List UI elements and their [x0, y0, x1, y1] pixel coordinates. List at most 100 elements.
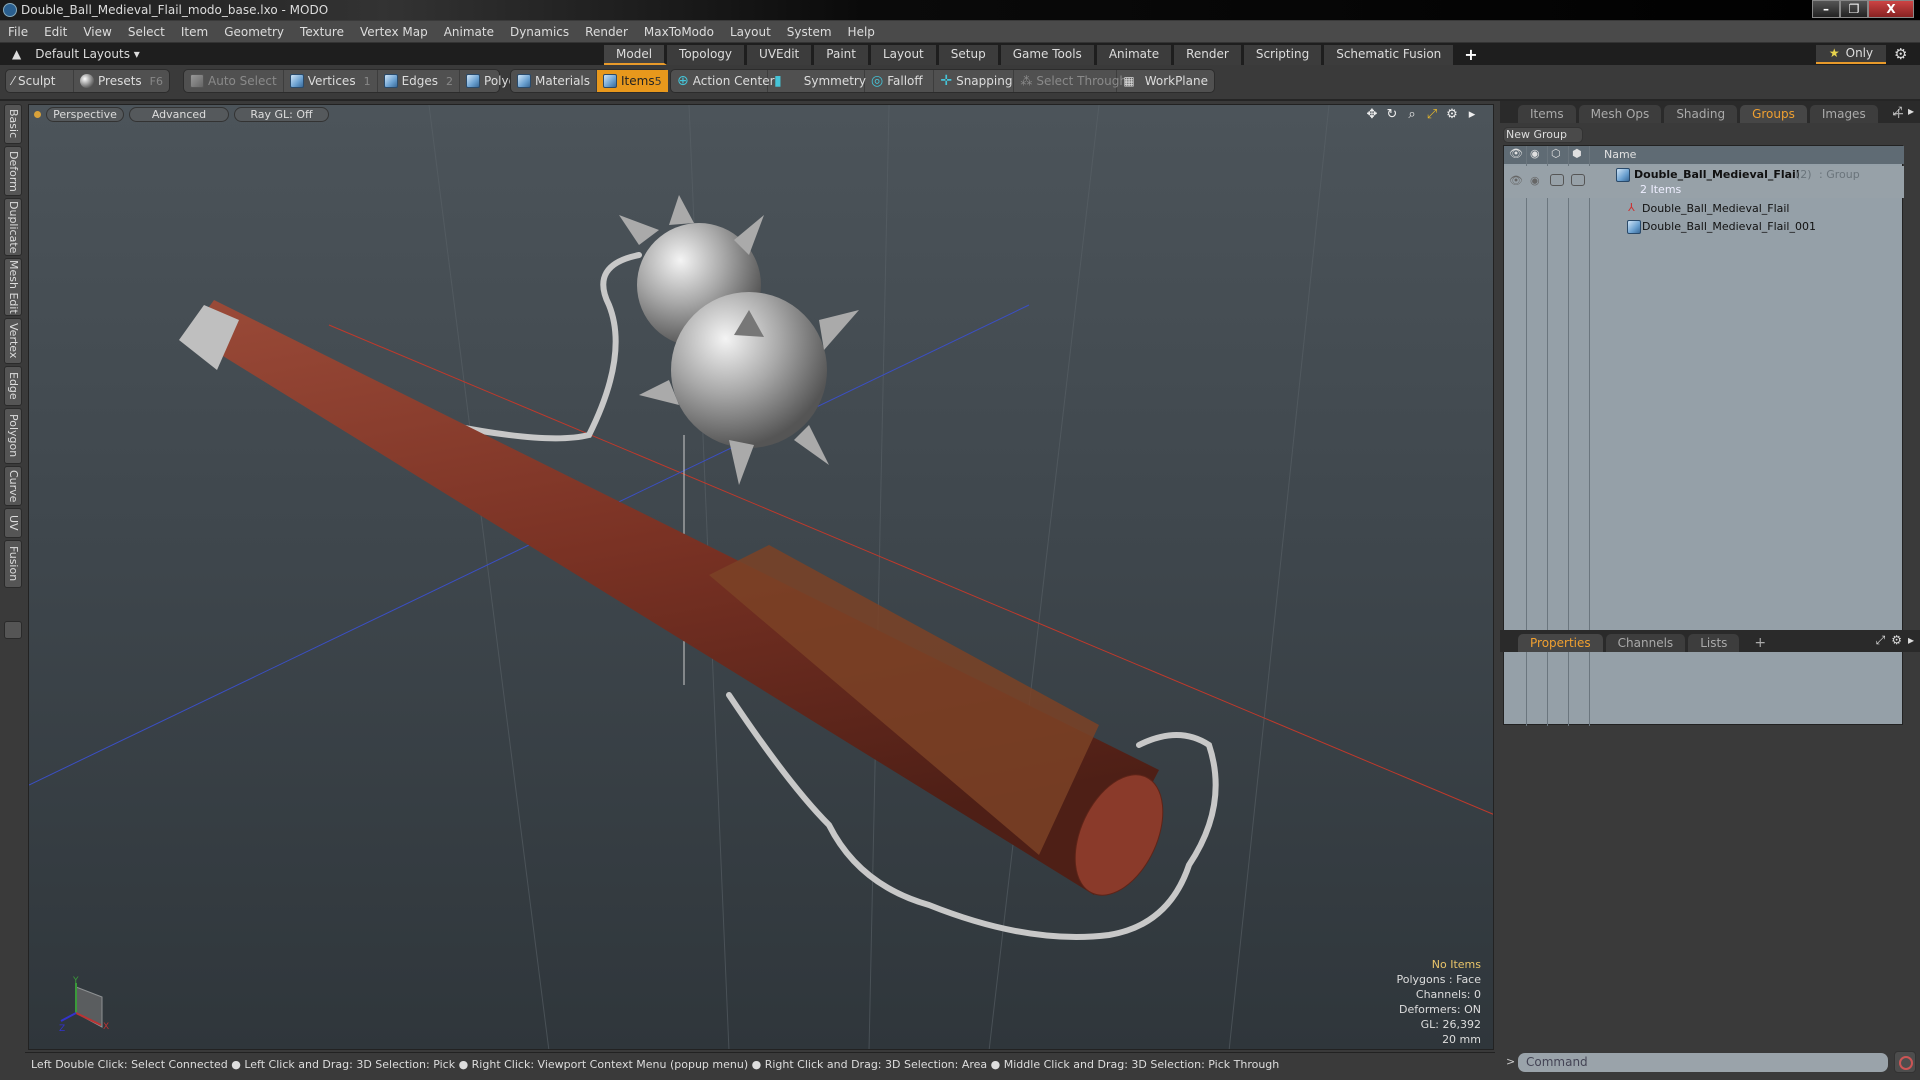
tab-mesh-ops[interactable]: Mesh Ops: [1578, 105, 1662, 123]
menu-edit[interactable]: Edit: [36, 21, 75, 43]
menu-texture[interactable]: Texture: [292, 21, 352, 43]
tab-uvedit[interactable]: UVEdit: [747, 45, 815, 65]
visibility-toggle[interactable]: 👁: [1509, 174, 1523, 187]
list-item[interactable]: ⅄ Double_Ball_Medieval_Flail: [1504, 200, 1904, 218]
render-toggle[interactable]: ◉: [1530, 174, 1540, 187]
select-toggle[interactable]: [1571, 174, 1585, 186]
menu-view[interactable]: View: [75, 21, 119, 43]
maximize-bottom-panel-icon[interactable]: ⤢: [1876, 633, 1886, 648]
menu-render[interactable]: Render: [577, 21, 636, 43]
vtab-edge[interactable]: Edge: [4, 366, 22, 406]
lock-header-icon[interactable]: ⬡: [1551, 147, 1561, 160]
menu-vertex-map[interactable]: Vertex Map: [352, 21, 436, 43]
layout-up-icon[interactable]: ▲: [12, 47, 21, 61]
vtab-vertex[interactable]: Vertex: [4, 318, 22, 364]
menu-dynamics[interactable]: Dynamics: [502, 21, 577, 43]
menu-geometry[interactable]: Geometry: [216, 21, 292, 43]
3d-viewport[interactable]: Perspective Advanced Ray GL: Off ✥ ↻ ⌕ ⤢…: [28, 104, 1494, 1050]
materials-button[interactable]: Materials: [511, 70, 598, 92]
falloff-icon: ◎: [871, 73, 884, 89]
vtab-fusion[interactable]: Fusion: [4, 540, 22, 588]
menu-select[interactable]: Select: [120, 21, 173, 43]
presets-button[interactable]: Presets F6: [74, 70, 169, 92]
vtab-extra-button[interactable]: [4, 621, 22, 639]
command-input[interactable]: Command: [1518, 1053, 1888, 1072]
tab-groups[interactable]: Groups: [1740, 105, 1807, 123]
menu-file[interactable]: File: [0, 21, 36, 43]
tab-channels[interactable]: Channels: [1605, 634, 1686, 652]
command-record-button[interactable]: [1894, 1051, 1916, 1073]
vertices-button[interactable]: Vertices 1: [284, 70, 378, 92]
shading-mode-button[interactable]: Advanced: [129, 106, 229, 122]
rotate-icon[interactable]: ↻: [1385, 107, 1399, 122]
minimize-button[interactable]: –: [1812, 0, 1840, 18]
symmetry-button[interactable]: ▮ Symmetry: [768, 70, 866, 92]
list-item[interactable]: Double_Ball_Medieval_Flail_001: [1504, 218, 1904, 236]
tab-animate[interactable]: Animate: [1096, 45, 1175, 65]
menu-animate[interactable]: Animate: [436, 21, 502, 43]
items-button[interactable]: Items 5: [597, 70, 668, 92]
viewport-menu-dot[interactable]: [34, 110, 41, 118]
group-row[interactable]: 👁 ◉ Double_Ball_Medieval_Flail (2) : Gro…: [1504, 166, 1904, 198]
maximize-button[interactable]: ❐: [1840, 0, 1868, 18]
snapping-button[interactable]: ✛ Snapping: [934, 70, 1015, 92]
tab-lists[interactable]: Lists: [1688, 634, 1740, 652]
edges-button[interactable]: Edges 2: [378, 70, 461, 92]
menu-layout[interactable]: Layout: [722, 21, 779, 43]
tab-scripting[interactable]: Scripting: [1243, 45, 1325, 65]
only-button[interactable]: ★ Only: [1816, 45, 1886, 64]
tab-topology[interactable]: Topology: [667, 45, 748, 65]
fit-icon[interactable]: ⤢: [1425, 107, 1439, 122]
vtab-duplicate[interactable]: Duplicate: [4, 198, 22, 256]
vtab-deform[interactable]: Deform: [4, 146, 22, 196]
tab-render[interactable]: Render: [1174, 45, 1244, 65]
raygl-button[interactable]: Ray GL: Off: [234, 106, 329, 122]
view-mode-button[interactable]: Perspective: [46, 106, 124, 122]
panel-expand-icon[interactable]: ▸: [1908, 104, 1914, 119]
tab-schematic-fusion[interactable]: Schematic Fusion: [1324, 45, 1457, 65]
tab-properties[interactable]: Properties: [1518, 634, 1603, 652]
tab-images[interactable]: Images: [1809, 105, 1878, 123]
tab-items[interactable]: Items: [1518, 105, 1576, 123]
visibility-header-icon[interactable]: 👁: [1509, 147, 1523, 160]
gear-icon[interactable]: ⚙: [1894, 45, 1907, 63]
close-button[interactable]: X: [1868, 0, 1914, 18]
add-bottom-tab-button[interactable]: +: [1742, 634, 1778, 652]
render-header-icon[interactable]: ◉: [1530, 147, 1540, 160]
new-group-button[interactable]: New Group: [1503, 127, 1583, 143]
vtab-polygon[interactable]: Polygon: [4, 408, 22, 464]
tab-shading[interactable]: Shading: [1664, 105, 1738, 123]
menu-item[interactable]: Item: [173, 21, 216, 43]
tab-model[interactable]: Model: [604, 45, 668, 65]
workplane-button[interactable]: ▦ WorkPlane: [1117, 70, 1214, 92]
polygons-icon: [466, 74, 481, 88]
menu-help[interactable]: Help: [840, 21, 883, 43]
zoom-icon[interactable]: ⌕: [1405, 107, 1419, 122]
tab-paint[interactable]: Paint: [814, 45, 871, 65]
tab-layout[interactable]: Layout: [870, 45, 939, 65]
pan-icon[interactable]: ✥: [1365, 107, 1379, 122]
default-layouts-dropdown[interactable]: Default Layouts ▾: [35, 47, 140, 61]
auto-select-button[interactable]: Auto Select: [184, 70, 284, 92]
tab-game-tools[interactable]: Game Tools: [1000, 45, 1097, 65]
vtab-curve[interactable]: Curve: [4, 466, 22, 506]
vtab-basic[interactable]: Basic: [4, 104, 22, 144]
viewport-expand-icon[interactable]: ▸: [1465, 107, 1479, 122]
select-header-icon[interactable]: ⬢: [1572, 147, 1582, 160]
name-column-header[interactable]: Name: [1604, 148, 1636, 161]
action-center-button[interactable]: ⊕ Action Center: [671, 70, 775, 92]
menu-system[interactable]: System: [779, 21, 840, 43]
sculpt-button[interactable]: ⁄ Sculpt: [6, 70, 74, 92]
bottom-panel-gear-icon[interactable]: ⚙: [1891, 633, 1902, 648]
falloff-button[interactable]: ◎ Falloff: [865, 70, 935, 92]
vtab-uv[interactable]: UV: [4, 508, 22, 538]
vtab-mesh-edit[interactable]: Mesh Edit: [4, 258, 22, 316]
lock-toggle[interactable]: [1550, 174, 1564, 186]
tab-setup[interactable]: Setup: [938, 45, 1001, 65]
maximize-panel-icon[interactable]: ⤢: [1892, 104, 1902, 119]
bottom-panel-expand-icon[interactable]: ▸: [1908, 633, 1914, 648]
viewport-settings-icon[interactable]: ⚙: [1445, 107, 1459, 122]
menu-maxtomodo[interactable]: MaxToModo: [636, 21, 722, 43]
add-tab-button[interactable]: +: [1456, 45, 1489, 65]
select-through-button[interactable]: ⁂ Select Through: [1014, 70, 1127, 92]
